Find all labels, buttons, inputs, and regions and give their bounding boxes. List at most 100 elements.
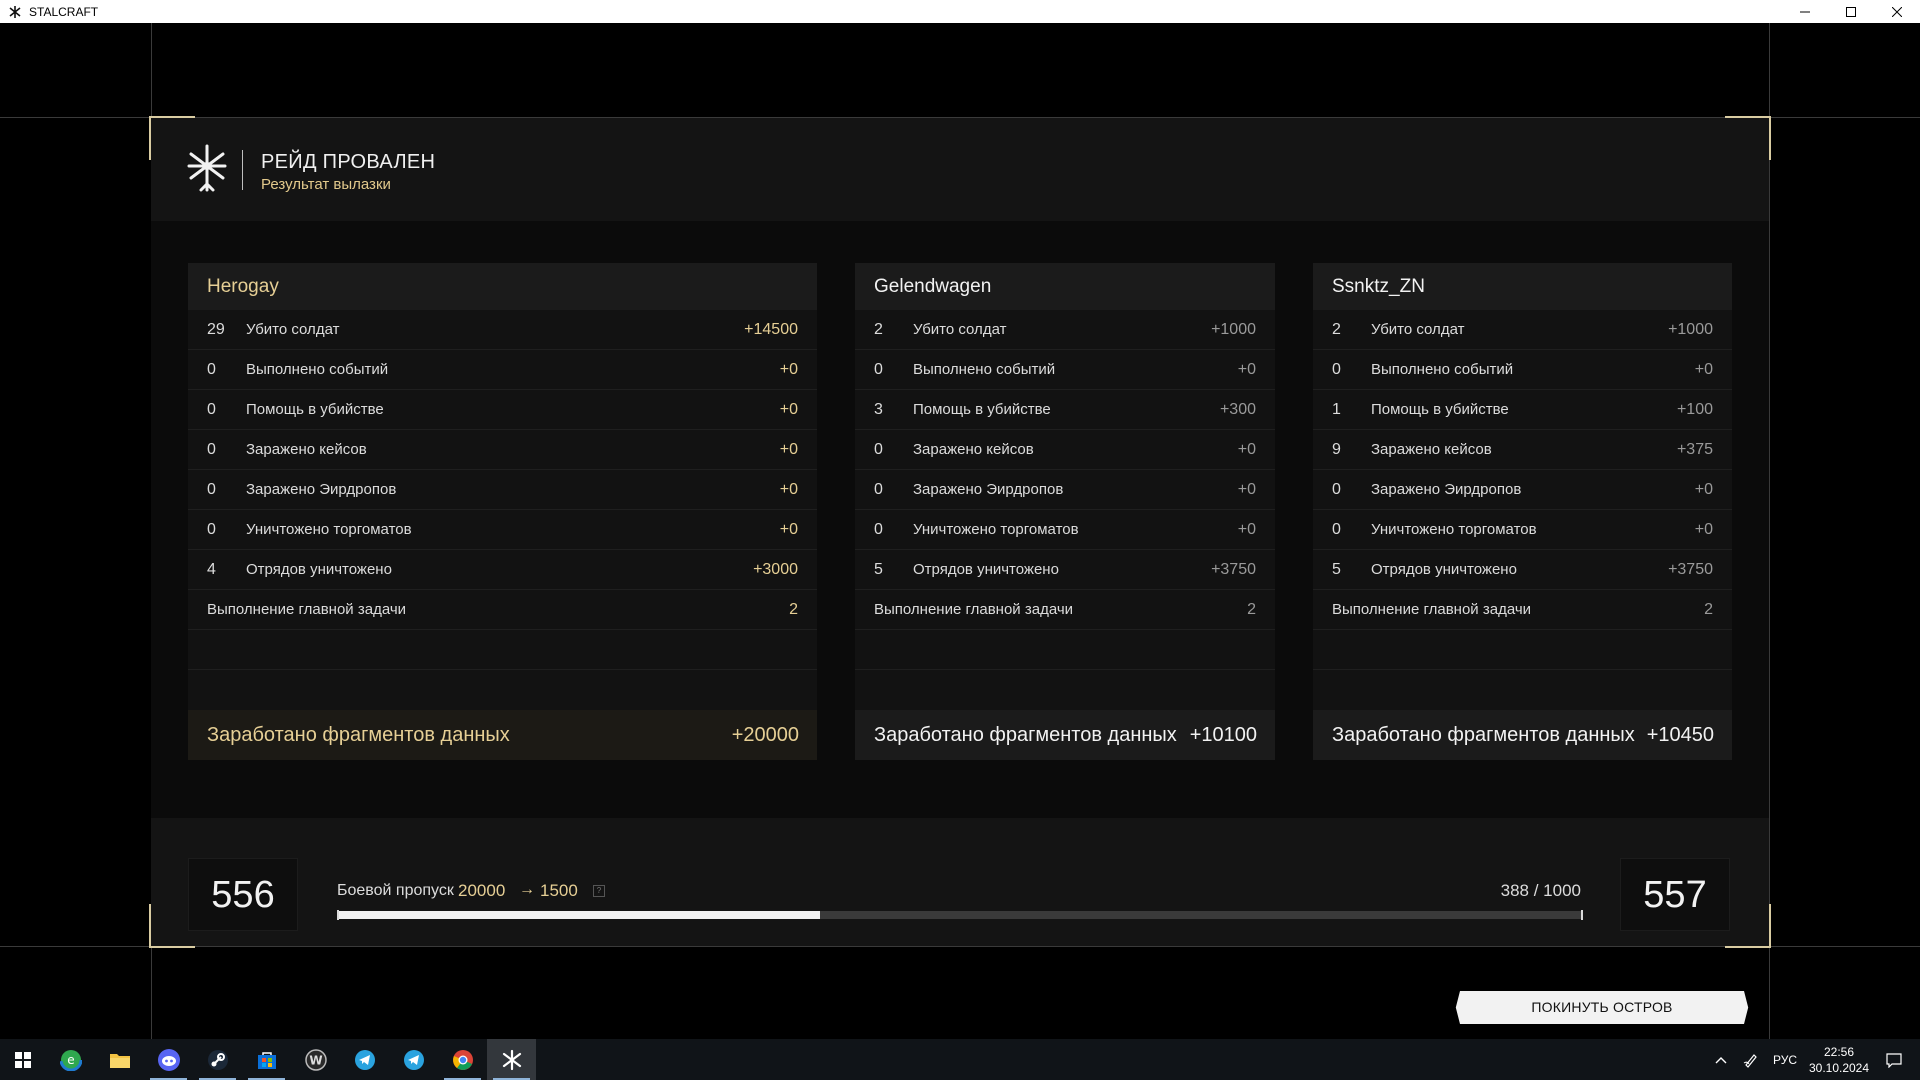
info-icon[interactable]: ? [593,885,605,897]
telegram-icon[interactable] [340,1039,389,1080]
total-label: Заработано фрагментов данных [874,723,1177,746]
result-header: РЕЙД ПРОВАЛЕН Результат вылазки [151,118,1769,221]
empty-row [1313,630,1732,670]
battlepass-to: 1500 [540,881,578,900]
clock-date: 30.10.2024 [1808,1060,1870,1075]
stat-row: 2 Убито солдат +1000 [855,310,1275,350]
telegram-icon[interactable] [389,1039,438,1080]
stat-row: 0 Выполнено событий +0 [855,350,1275,390]
window-titlebar: STALCRAFT [0,0,1920,23]
stat-value: +0 [1237,520,1256,538]
stat-count: 0 [874,440,883,458]
stat-value: +0 [1237,480,1256,498]
stat-row: 0 Выполнено событий +0 [188,350,817,390]
total-row: Заработано фрагментов данных +20000 [188,710,817,760]
player-card-3: Ssnktz_ZN 2 Убито солдат +1000 0 Выполнено … [1313,263,1732,760]
minimize-button[interactable] [1782,0,1828,23]
start-button[interactable] [0,1039,46,1080]
stat-row: 3 Помощь в убийстве +300 [855,390,1275,430]
header-divider [242,150,243,190]
pen-icon[interactable] [1736,1052,1766,1068]
total-row: Заработано фрагментов данных +10450 [1313,710,1732,760]
empty-row [855,630,1275,670]
battlepass-footer: 556 Боевой пропуск 20000 → 1500 ? 388 / … [151,818,1769,946]
stat-value: +3000 [753,560,798,578]
battlepass-progress-text: 388 / 1000 [1500,881,1581,900]
stat-value: +0 [1694,360,1713,378]
stat-label: Убито солдат [1371,321,1465,338]
file-explorer-icon[interactable] [95,1039,144,1080]
stat-row: 0 Заражено кейсов +0 [855,430,1275,470]
page-subtitle: Результат вылазки [261,176,391,193]
minimize-icon [1800,11,1810,12]
stat-row: 5 Отрядов уничтожено +3750 [1313,550,1732,590]
language-indicator[interactable]: РУС [1766,1053,1804,1067]
store-icon[interactable] [242,1039,291,1080]
stat-row: 0 Уничтожено торгоматов +0 [1313,510,1732,550]
edge-icon[interactable]: e [46,1039,95,1080]
steam-icon[interactable] [193,1039,242,1080]
frame-line-bottom [0,946,1920,947]
stat-row: 0 Заражено Эирдропов +0 [855,470,1275,510]
chrome-icon[interactable] [438,1039,487,1080]
stat-label: Уничтожено торгоматов [1371,521,1537,538]
player-name: Ssnktz_ZN [1313,263,1732,310]
notifications-icon[interactable] [1874,1052,1914,1068]
raid-result-panel: РЕЙД ПРОВАЛЕН Результат вылазки Herogay … [149,116,1771,948]
close-button[interactable] [1874,0,1920,23]
stat-count: 0 [1332,480,1341,498]
stat-row: 0 Заражено кейсов +0 [188,430,817,470]
stat-count: 4 [207,560,216,578]
stat-row: 2 Убито солдат +1000 [1313,310,1732,350]
stat-label: Выполнение главной задачи [874,601,1074,618]
svg-text:W: W [309,1053,322,1067]
clock[interactable]: 22:56 30.10.2024 [1804,1044,1874,1076]
wargaming-icon[interactable]: W [291,1039,340,1080]
maximize-icon [1846,6,1856,17]
stat-label: Заражено кейсов [246,441,367,458]
stat-value: 2 [1247,600,1256,618]
stat-label: Убито солдат [913,321,1007,338]
stat-label: Убито солдат [246,321,340,338]
windows-taskbar: e W РУС 22:56 30.10.2024 [0,1039,1920,1080]
total-value: +20000 [731,723,799,746]
stat-value: +0 [1694,520,1713,538]
stat-value: +0 [1237,360,1256,378]
stat-value: +300 [1219,400,1256,418]
stat-value: +14500 [744,320,798,338]
progress-tick [1581,910,1583,920]
stat-row: 4 Отрядов уничтожено +3000 [188,550,817,590]
main-task-row: Выполнение главной задачи 2 [1313,590,1732,630]
stalcraft-emblem-icon [185,144,229,196]
stat-value: +0 [1694,480,1713,498]
stalcraft-logo-icon [7,4,23,20]
maximize-button[interactable] [1828,0,1874,23]
current-level: 556 [188,858,298,931]
page-title: РЕЙД ПРОВАЛЕН [261,151,436,173]
leave-island-button[interactable]: ПОКИНУТЬ ОСТРОВ [1453,991,1751,1024]
stat-count: 0 [874,480,883,498]
stat-count: 0 [207,440,216,458]
discord-icon[interactable] [144,1039,193,1080]
main-task-row: Выполнение главной задачи 2 [855,590,1275,630]
stat-count: 1 [1332,400,1341,418]
stat-row: 29 Убито солдат +14500 [188,310,817,350]
close-icon [1892,6,1902,17]
stat-row: 0 Заражено Эирдропов +0 [1313,470,1732,510]
player-card-2: Gelendwagen 2 Убито солдат +1000 0 Выполнен… [855,263,1275,760]
stalcraft-icon[interactable] [487,1039,536,1080]
stat-count: 5 [874,560,883,578]
stat-row: 0 Помощь в убийстве +0 [188,390,817,430]
stat-row: 0 Заражено Эирдропов +0 [188,470,817,510]
show-desktop-button[interactable] [1914,1039,1920,1080]
stat-count: 3 [874,400,883,418]
stat-count: 0 [874,360,883,378]
chevron-up-icon[interactable] [1706,1056,1736,1064]
stat-count: 29 [207,320,225,338]
svg-text:e: e [67,1053,74,1067]
stat-row: 0 Выполнено событий +0 [1313,350,1732,390]
stat-value: +0 [779,520,798,538]
stat-value: 2 [1704,600,1713,618]
stat-count: 0 [207,520,216,538]
stat-row: 5 Отрядов уничтожено +3750 [855,550,1275,590]
